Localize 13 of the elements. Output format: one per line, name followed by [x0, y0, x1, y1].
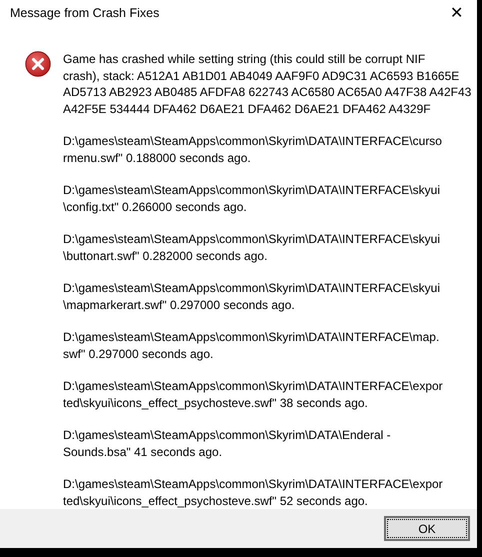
message-paragraph: D:\games\steam\SteamApps\common\Skyrim\DATA\INTERFACE\expor ted\skyui\icons_effect_psychosteve.swf" 38 seconds ago.	[63, 378, 444, 412]
close-button[interactable]: ✕	[446, 4, 467, 24]
error-icon	[25, 51, 51, 78]
window-title: Message from Crash Fixes	[10, 5, 160, 22]
message-paragraph: D:\games\steam\SteamApps\common\Skyrim\DATA\INTERFACE\skyui \mapmarkerart.swf" 0.297000 seconds ago.	[63, 280, 441, 314]
ok-button[interactable]: OK	[384, 516, 470, 542]
message-paragraph: D:\games\steam\SteamApps\common\Skyrim\DATA\INTERFACE\expor ted\skyui\icons_effect_psychosteve.swf" 52 seconds ago.	[63, 476, 444, 510]
message-paragraph: D:\games\steam\SteamApps\common\Skyrim\DATA\INTERFACE\skyui \buttonart.swf" 0.282000 seconds ago.	[63, 231, 441, 264]
message-paragraph: D:\games\steam\SteamApps\common\Skyrim\DATA\INTERFACE\map. swf" 0.297000 seconds ago.	[63, 329, 440, 362]
message-paragraph: D:\games\steam\SteamApps\common\Skyrim\DATA\INTERFACE\skyui \config.txt" 0.266000 seconds ago.	[63, 182, 441, 216]
message-paragraph: Game has crashed while setting string (this could still be corrupt NIF crash), stack: A512A1 AB1D01 AB4049 AAF9F0 AD9C31 AC6593 B1665E AD5713 AB2923 AB0485 AFDFA8 622743 AC6580 AC65A0 A47F38 A42F43 A42F5E 534444 DFA462 D6AE21 DFA462 D6AE21 DFA462 A4329F	[63, 51, 472, 118]
message-paragraph: D:\games\steam\SteamApps\common\Skyrim\DATA\INTERFACE\curso rmenu.swf" 0.188000 seconds ago.	[63, 133, 443, 166]
message-paragraph: D:\games\steam\SteamApps\common\Skyrim\DATA\Enderal - Sounds.bsa" 41 seconds ago.	[63, 427, 392, 460]
